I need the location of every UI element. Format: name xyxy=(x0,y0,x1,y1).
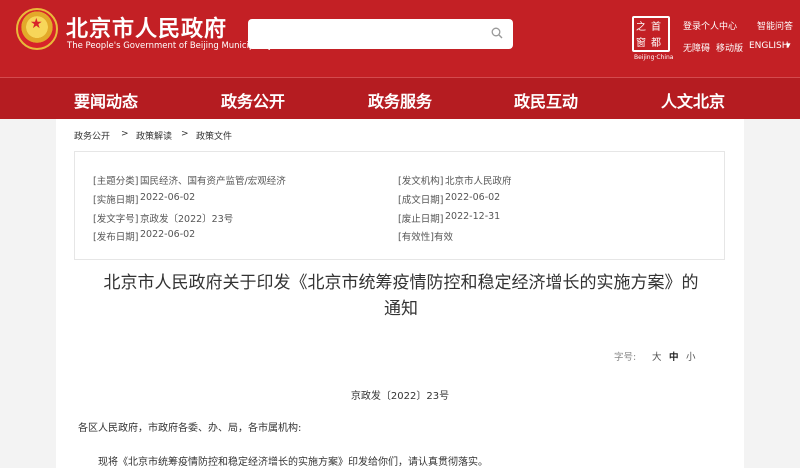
site-header: 北京市人民政府 The People's Government of Beiji… xyxy=(0,0,800,77)
nav-item-news[interactable]: 要闻动态 xyxy=(74,88,138,112)
nav-item-gov-services[interactable]: 政务服务 xyxy=(368,88,432,112)
document-title: 北京市人民政府关于印发《北京市统筹疫情防控和稳定经济增长的实施方案》的 通知 xyxy=(78,270,724,322)
meta-label: [有效性] xyxy=(398,232,434,243)
document-title-line: 通知 xyxy=(384,299,418,319)
breadcrumb-separator: > xyxy=(181,129,189,139)
meta-label: [主题分类] xyxy=(93,176,139,187)
nav-item-interaction[interactable]: 政民互动 xyxy=(514,88,578,112)
chevron-down-icon[interactable]: ▾ xyxy=(786,41,791,51)
meta-value: 国民经济、国有资产监管/宏观经济 xyxy=(140,176,286,187)
site-name[interactable]: 北京市人民政府 xyxy=(66,11,227,43)
meta-value: 北京市人民政府 xyxy=(445,176,512,187)
mobile-version-link[interactable]: 移动版 xyxy=(716,41,743,54)
document-number: 京政发〔2022〕23号 xyxy=(350,391,450,402)
font-size-small[interactable]: 小 xyxy=(686,349,696,363)
nav-item-culture-beijing[interactable]: 人文北京 xyxy=(661,88,725,112)
capital-logo-caption: Beijing·China xyxy=(634,54,674,61)
font-size-large[interactable]: 大 xyxy=(652,349,662,363)
meta-value: 2022-06-02 xyxy=(140,192,196,203)
breadcrumb-item[interactable]: 政策解读 xyxy=(136,129,172,142)
meta-label: [废止日期] xyxy=(398,214,444,225)
login-link[interactable]: 登录个人中心 xyxy=(683,19,737,32)
meta-label: [发文字号] xyxy=(93,214,139,225)
english-link[interactable]: ENGLISH xyxy=(749,41,789,51)
meta-value: 有效 xyxy=(434,232,454,243)
document-paragraph: 现将《北京市统筹疫情防控和稳定经济增长的实施方案》印发给你们，请认真贯彻落实。 xyxy=(98,457,488,468)
meta-value: 2022-12-31 xyxy=(445,211,501,222)
search-icon[interactable] xyxy=(491,27,503,39)
site-subtitle: The People's Government of Beijing Munic… xyxy=(67,41,273,51)
capital-window-logo[interactable]: 之 首 窗 都 xyxy=(632,16,670,52)
breadcrumb-separator: > xyxy=(121,129,129,139)
search-input[interactable] xyxy=(248,19,513,49)
meta-value: 京政发〔2022〕23号 xyxy=(140,214,234,225)
main-nav: 要闻动态 政务公开 政务服务 政民互动 人文北京 xyxy=(0,77,800,119)
logo-char: 首 xyxy=(651,22,661,33)
logo-char: 都 xyxy=(651,38,661,49)
breadcrumb-item[interactable]: 政务公开 xyxy=(74,129,110,142)
meta-label: [发布日期] xyxy=(93,232,139,243)
meta-value: 2022-06-02 xyxy=(140,229,196,240)
national-emblem-icon[interactable] xyxy=(16,8,58,50)
meta-label: [成文日期] xyxy=(398,195,444,206)
document-addressee: 各区人民政府，市政府各委、办、局，各市属机构: xyxy=(78,423,302,434)
logo-char: 之 xyxy=(636,22,646,33)
meta-value: 2022-06-02 xyxy=(445,192,501,203)
nav-item-gov-affairs-public[interactable]: 政务公开 xyxy=(221,88,285,112)
meta-label: [实施日期] xyxy=(93,195,139,206)
breadcrumb-item[interactable]: 政策文件 xyxy=(196,129,232,142)
font-size-label: 字号: xyxy=(614,352,637,363)
smart-qa-link[interactable]: 智能问答 xyxy=(757,19,793,32)
logo-char: 窗 xyxy=(636,38,646,49)
accessibility-link[interactable]: 无障碍 xyxy=(683,41,710,54)
meta-label: [发文机构] xyxy=(398,176,444,187)
font-size-medium[interactable]: 中 xyxy=(669,349,679,363)
document-title-line: 北京市人民政府关于印发《北京市统筹疫情防控和稳定经济增长的实施方案》的 xyxy=(103,273,699,293)
